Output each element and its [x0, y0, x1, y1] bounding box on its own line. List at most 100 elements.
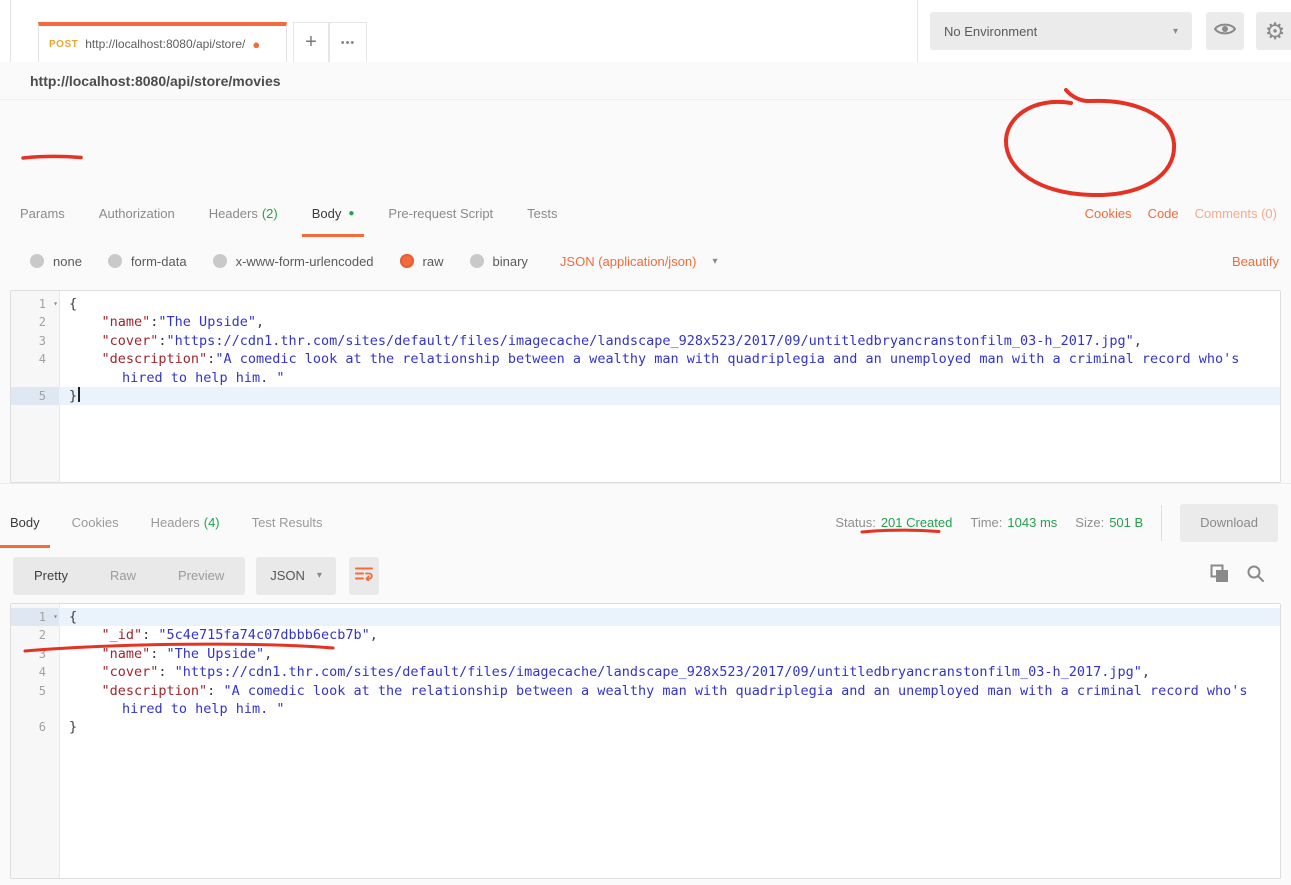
tab-method-badge: POST	[49, 39, 78, 50]
request-tab[interactable]: POST http://localhost:8080/api/store/ ●	[38, 22, 287, 62]
code-line-active: 1▾ {	[11, 608, 1280, 626]
search-icon[interactable]	[1246, 564, 1265, 588]
tab-headers[interactable]: Headers (2)	[207, 190, 280, 237]
environment-selector-label: No Environment	[944, 24, 1037, 39]
tab-body[interactable]: Body ●	[310, 190, 357, 237]
chevron-down-icon: ▾	[712, 256, 717, 267]
tab-headers-count: (2)	[262, 206, 278, 221]
body-mode-binary-label: binary	[493, 254, 528, 269]
response-tab-headers[interactable]: Headers (4)	[149, 497, 222, 548]
chevron-down-icon: ▾	[317, 570, 322, 581]
response-tab-cookies[interactable]: Cookies	[70, 497, 121, 548]
line-number: 5	[39, 389, 46, 403]
view-raw[interactable]: Raw	[89, 568, 157, 583]
response-tab-test-results-label: Test Results	[252, 515, 323, 530]
wrap-text-icon	[355, 565, 373, 586]
tab-params[interactable]: Params	[18, 190, 67, 237]
response-tab-cookies-label: Cookies	[72, 515, 119, 530]
tab-pre-request-script[interactable]: Pre-request Script	[386, 190, 495, 237]
tab-params-label: Params	[20, 206, 65, 221]
beautify-link[interactable]: Beautify	[1232, 254, 1279, 269]
response-tab-headers-label: Headers	[151, 515, 200, 530]
line-number: 1	[39, 297, 46, 311]
code-line: 5 "description": "A comedic look at the …	[11, 682, 1280, 719]
code-line: 3 "cover":"https://cdn1.thr.com/sites/de…	[11, 332, 1280, 350]
tab-authorization[interactable]: Authorization	[97, 190, 177, 237]
body-mode-form-data-label: form-data	[131, 254, 187, 269]
chevron-down-icon: ▾	[1173, 26, 1178, 37]
view-pretty[interactable]: Pretty	[13, 568, 89, 583]
response-tab-body[interactable]: Body	[8, 497, 42, 548]
view-preview[interactable]: Preview	[157, 568, 245, 583]
body-mode-urlencoded-label: x-www-form-urlencoded	[236, 254, 374, 269]
eye-icon	[1214, 21, 1236, 42]
request-title-row: http://localhost:8080/api/store/movies	[0, 62, 1291, 100]
content-type-label: JSON (application/json)	[560, 254, 697, 269]
gear-icon: ⚙	[1265, 18, 1286, 45]
new-tab-button[interactable]: +	[293, 22, 329, 62]
body-mode-raw[interactable]: raw	[400, 254, 444, 269]
body-mode-none[interactable]: none	[30, 254, 82, 269]
radio-icon	[30, 254, 44, 268]
body-mode-form-data[interactable]: form-data	[108, 254, 187, 269]
response-toolbar: Pretty Raw Preview JSON ▾	[0, 548, 1291, 603]
tab-body-label: Body	[312, 206, 342, 221]
code-line-active: 5 }	[11, 387, 1280, 405]
line-number: 5	[39, 684, 46, 698]
environment-quick-look-button[interactable]	[1206, 12, 1244, 50]
pane-divider	[10, 0, 11, 62]
body-mode-binary[interactable]: binary	[470, 254, 528, 269]
tab-url-label: http://localhost:8080/api/store/	[85, 37, 245, 51]
request-title: http://localhost:8080/api/store/movies	[30, 73, 281, 89]
cookies-link[interactable]: Cookies	[1085, 206, 1132, 221]
line-number: 6	[39, 720, 46, 734]
body-mode-raw-label: raw	[423, 254, 444, 269]
line-number: 4	[39, 352, 46, 366]
tab-pre-request-label: Pre-request Script	[388, 206, 493, 221]
wrap-text-button[interactable]	[349, 557, 379, 595]
radio-icon	[108, 254, 122, 268]
code-line: 2 "name":"The Upside",	[11, 313, 1280, 331]
response-tab-test-results[interactable]: Test Results	[250, 497, 325, 548]
size-badge: Size:501 B	[1075, 515, 1143, 530]
tab-options-button[interactable]: •••	[329, 22, 367, 62]
code-line: 6 }	[11, 718, 1280, 736]
copy-icon[interactable]	[1210, 564, 1229, 588]
tab-tests[interactable]: Tests	[525, 190, 559, 237]
response-header: Body Cookies Headers (4) Test Results St…	[0, 497, 1291, 548]
time-badge: Time:1043 ms	[970, 515, 1057, 530]
settings-button[interactable]: ⚙	[1256, 12, 1291, 50]
line-number: 2	[39, 315, 46, 329]
line-number: 3	[39, 647, 46, 661]
environment-selector[interactable]: No Environment ▾	[930, 12, 1192, 50]
line-number: 2	[39, 628, 46, 642]
download-button[interactable]: Download	[1180, 504, 1278, 542]
unsaved-changes-dot-icon: ●	[252, 38, 260, 51]
content-type-select[interactable]: JSON (application/json) ▾	[560, 254, 718, 269]
code-line: 4 "cover": "https://cdn1.thr.com/sites/d…	[11, 663, 1280, 681]
fold-icon[interactable]: ▾	[53, 608, 58, 626]
fold-icon[interactable]: ▾	[53, 295, 58, 313]
request-body-editor[interactable]: 1▾ { 2 "name":"The Upside", 3 "cover":"h…	[10, 290, 1281, 483]
status-badge: Status:201 Created	[835, 515, 952, 530]
response-body-editor[interactable]: 1▾ { 2 "_id": "5c4e715fa74c07dbbb6ecb7b"…	[10, 603, 1281, 879]
request-tabs: Params Authorization Headers (2) Body ● …	[0, 190, 1291, 237]
body-mode-urlencoded[interactable]: x-www-form-urlencoded	[213, 254, 374, 269]
comments-link[interactable]: Comments (0)	[1195, 206, 1277, 221]
tab-tests-label: Tests	[527, 206, 557, 221]
line-number: 4	[39, 665, 46, 679]
app-header: POST http://localhost:8080/api/store/ ● …	[0, 0, 1291, 63]
tab-headers-label: Headers	[209, 206, 258, 221]
response-format-label: JSON	[270, 568, 305, 583]
text-cursor	[78, 387, 80, 402]
line-number: 1	[39, 610, 46, 624]
body-mode-none-label: none	[53, 254, 82, 269]
header-divider	[917, 0, 918, 62]
response-view-switcher: Pretty Raw Preview	[13, 557, 245, 595]
request-links: Cookies Code Comments (0)	[1085, 190, 1277, 237]
code-link[interactable]: Code	[1148, 206, 1179, 221]
response-status-area: Status:201 Created Time:1043 ms Size:501…	[835, 504, 1278, 542]
tab-authorization-label: Authorization	[99, 206, 175, 221]
response-format-select[interactable]: JSON ▾	[256, 557, 336, 595]
response-tools	[1210, 564, 1265, 588]
